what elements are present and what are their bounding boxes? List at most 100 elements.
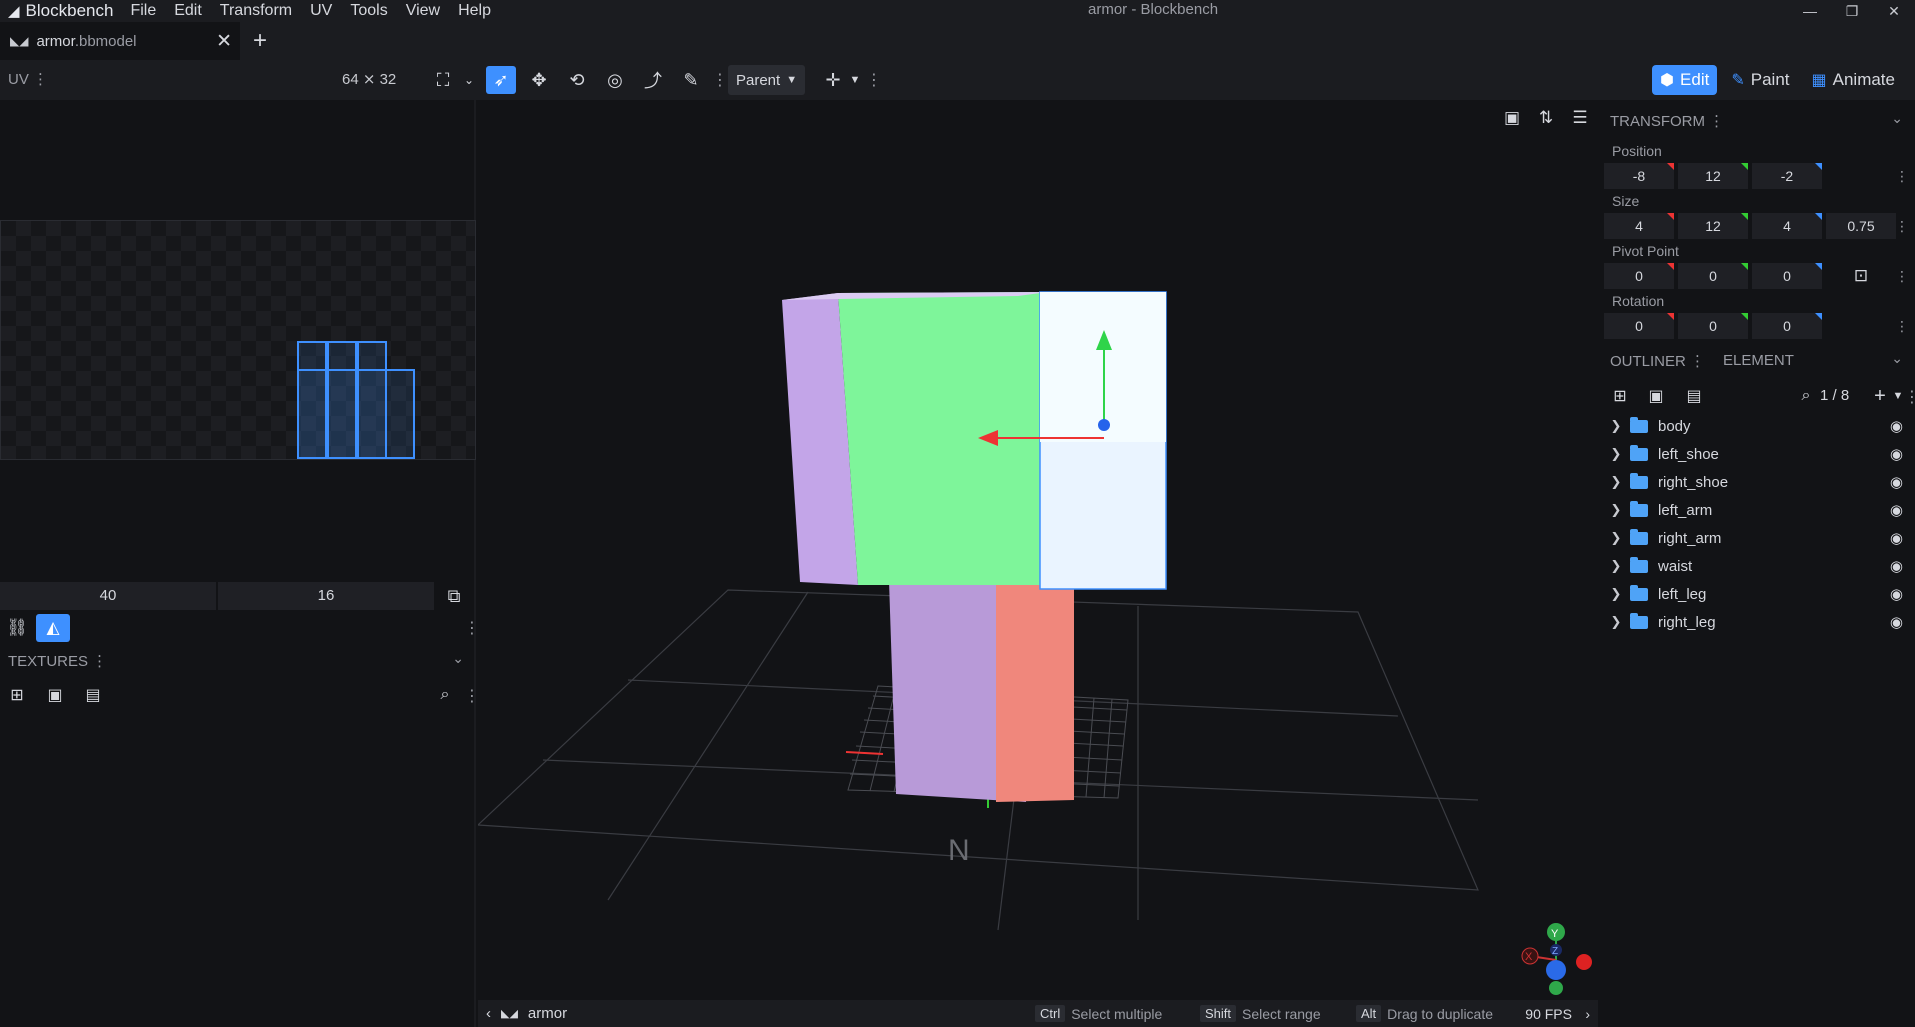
rotate-icon[interactable]: ⟲ bbox=[562, 66, 592, 94]
menu-help[interactable]: Help bbox=[449, 2, 500, 20]
eye-icon[interactable]: ◉ bbox=[1890, 613, 1903, 631]
element-tab[interactable]: ELEMENT bbox=[1723, 352, 1794, 370]
outliner-item-body[interactable]: ❯ body ◉ bbox=[1600, 412, 1915, 440]
chevron-down-icon[interactable]: ⌄ bbox=[1891, 110, 1903, 127]
vertex-snap-icon[interactable]: ⤴ bbox=[638, 66, 668, 94]
minimize-icon[interactable]: — bbox=[1789, 0, 1831, 22]
project-indicator[interactable]: ‹ ◣◢ armor bbox=[486, 1005, 567, 1022]
outliner-item-right-arm[interactable]: ❯ right_arm ◉ bbox=[1600, 524, 1915, 552]
rotation-z-input[interactable]: 0 bbox=[1752, 313, 1822, 339]
more-icon[interactable]: ⋮ bbox=[866, 70, 882, 90]
menu-uv[interactable]: UV bbox=[301, 2, 341, 20]
outliner-item-waist[interactable]: ❯ waist ◉ bbox=[1600, 552, 1915, 580]
chevron-right-icon[interactable]: ❯ bbox=[1606, 558, 1626, 574]
tab-armor[interactable]: ◣◢ armor.bbmodel ✕ bbox=[0, 22, 240, 60]
position-x-input[interactable]: -8 bbox=[1604, 163, 1674, 189]
uv-y-input[interactable]: 16 bbox=[218, 582, 434, 610]
leg-cube-side[interactable] bbox=[996, 558, 1074, 802]
mode-edit[interactable]: ⬢ Edit bbox=[1652, 65, 1718, 95]
chevron-right-icon[interactable]: ❯ bbox=[1606, 502, 1626, 518]
more-icon[interactable]: ⋮ bbox=[712, 70, 728, 90]
screenshot-icon[interactable]: ▣ bbox=[1500, 106, 1524, 130]
outliner-tab[interactable]: OUTLINER ⋮ bbox=[1610, 352, 1705, 370]
chevron-down-icon[interactable]: ⌄ bbox=[1891, 350, 1903, 367]
eye-icon[interactable]: ◉ bbox=[1890, 529, 1903, 547]
center-pivot-icon[interactable]: ⊡ bbox=[1826, 263, 1896, 289]
axis-neg-x-ball[interactable] bbox=[1576, 954, 1592, 970]
pivot-icon[interactable]: ◎ bbox=[600, 66, 630, 94]
close-tab-icon[interactable]: ✕ bbox=[216, 30, 232, 53]
add-group-icon[interactable]: ▣ bbox=[1642, 384, 1670, 408]
mode-paint[interactable]: ✎ Paint bbox=[1723, 65, 1797, 95]
more-icon[interactable]: ⋮ bbox=[1895, 218, 1909, 235]
search-icon[interactable]: ⌕ bbox=[430, 682, 460, 708]
uv-canvas[interactable] bbox=[0, 220, 476, 460]
mode-animate[interactable]: ▦ Animate bbox=[1804, 65, 1904, 95]
size-y-input[interactable]: 12 bbox=[1678, 213, 1748, 239]
menu-view[interactable]: View bbox=[397, 2, 449, 20]
chevron-left-icon[interactable]: ‹ bbox=[486, 1005, 491, 1022]
menu-tools[interactable]: Tools bbox=[341, 2, 396, 20]
translate-icon[interactable]: ✥ bbox=[524, 66, 554, 94]
more-icon[interactable]: ⋮ bbox=[1895, 168, 1909, 185]
brush-tool-icon[interactable]: ✎ bbox=[676, 66, 706, 94]
pivot-y-input[interactable]: 0 bbox=[1678, 263, 1748, 289]
chevron-right-icon[interactable]: ❯ bbox=[1606, 530, 1626, 546]
more-icon[interactable]: ⋮ bbox=[1904, 387, 1915, 407]
outliner-item-left-leg[interactable]: ❯ left_leg ◉ bbox=[1600, 580, 1915, 608]
position-z-input[interactable]: -2 bbox=[1752, 163, 1822, 189]
menu-transform[interactable]: Transform bbox=[211, 2, 301, 20]
outliner-item-right-leg[interactable]: ❯ right_leg ◉ bbox=[1600, 608, 1915, 636]
outliner-item-right-shoe[interactable]: ❯ right_shoe ◉ bbox=[1600, 468, 1915, 496]
new-tab-button[interactable]: + bbox=[240, 22, 280, 60]
axis-navigator[interactable]: Y X Z bbox=[1521, 923, 1592, 995]
chevron-down-icon[interactable]: ⌄ bbox=[454, 66, 484, 94]
outliner-item-left-arm[interactable]: ❯ left_arm ◉ bbox=[1600, 496, 1915, 524]
pivot-z-input[interactable]: 0 bbox=[1752, 263, 1822, 289]
viewport-3d[interactable]: N Y X Z ▣ ⇅ ☰ bbox=[478, 100, 1598, 1000]
eye-icon[interactable]: ◉ bbox=[1890, 585, 1903, 603]
mirror-icon[interactable]: ◭ bbox=[36, 614, 70, 642]
size-x-input[interactable]: 4 bbox=[1604, 213, 1674, 239]
transform-space-select[interactable]: Parent ▼ bbox=[728, 65, 806, 95]
chevron-down-icon[interactable]: ⌄ bbox=[452, 650, 464, 667]
menu-edit[interactable]: Edit bbox=[165, 2, 211, 20]
menu-file[interactable]: File bbox=[121, 2, 165, 20]
gizmo-pivot[interactable] bbox=[1098, 419, 1110, 431]
eye-icon[interactable]: ◉ bbox=[1890, 445, 1903, 463]
more-icon[interactable]: ⋮ bbox=[1895, 268, 1909, 285]
eye-icon[interactable]: ◉ bbox=[1890, 557, 1903, 575]
uv-face-box[interactable] bbox=[297, 369, 415, 459]
eye-icon[interactable]: ◉ bbox=[1890, 501, 1903, 519]
rotation-y-input[interactable]: 0 bbox=[1678, 313, 1748, 339]
add-cube-icon[interactable]: ⊞ bbox=[1606, 384, 1634, 408]
add-texture-icon[interactable]: ⊞ bbox=[2, 682, 32, 708]
chevron-right-icon[interactable]: › bbox=[1585, 1006, 1590, 1022]
restore-icon[interactable]: ❐ bbox=[1831, 0, 1873, 22]
chevron-right-icon[interactable]: ❯ bbox=[1606, 474, 1626, 490]
uv-x-input[interactable]: 40 bbox=[0, 582, 216, 610]
outliner-item-left-shoe[interactable]: ❯ left_shoe ◉ bbox=[1600, 440, 1915, 468]
eye-icon[interactable]: ◉ bbox=[1890, 473, 1903, 491]
pivot-x-input[interactable]: 0 bbox=[1604, 263, 1674, 289]
link-icon[interactable]: ⛓ bbox=[0, 614, 34, 642]
chevron-right-icon[interactable]: ❯ bbox=[1606, 446, 1626, 462]
move-tool-icon[interactable]: ➶ bbox=[486, 66, 516, 94]
scene-canvas[interactable]: N Y X Z bbox=[478, 100, 1598, 1000]
chevron-right-icon[interactable]: ❯ bbox=[1606, 614, 1626, 630]
inflate-input[interactable]: 0.75 bbox=[1826, 213, 1896, 239]
axis-neg-y-ball[interactable] bbox=[1549, 981, 1563, 995]
chevron-right-icon[interactable]: ❯ bbox=[1606, 418, 1626, 434]
more-icon[interactable]: ⋮ bbox=[1895, 318, 1909, 335]
sort-icon[interactable]: ⇅ bbox=[1534, 106, 1558, 130]
folder-texture-icon[interactable]: ▤ bbox=[78, 682, 108, 708]
size-z-input[interactable]: 4 bbox=[1752, 213, 1822, 239]
position-y-input[interactable]: 12 bbox=[1678, 163, 1748, 189]
chevron-right-icon[interactable]: ❯ bbox=[1606, 586, 1626, 602]
eye-icon[interactable]: ◉ bbox=[1890, 417, 1903, 435]
import-texture-icon[interactable]: ▣ bbox=[40, 682, 70, 708]
copy-icon[interactable]: ⧉ bbox=[436, 582, 472, 610]
axis-neg-z-ball[interactable] bbox=[1546, 960, 1566, 980]
collapse-icon[interactable]: ▤ bbox=[1680, 384, 1708, 408]
hamburger-menu-icon[interactable]: ☰ bbox=[1568, 106, 1592, 130]
